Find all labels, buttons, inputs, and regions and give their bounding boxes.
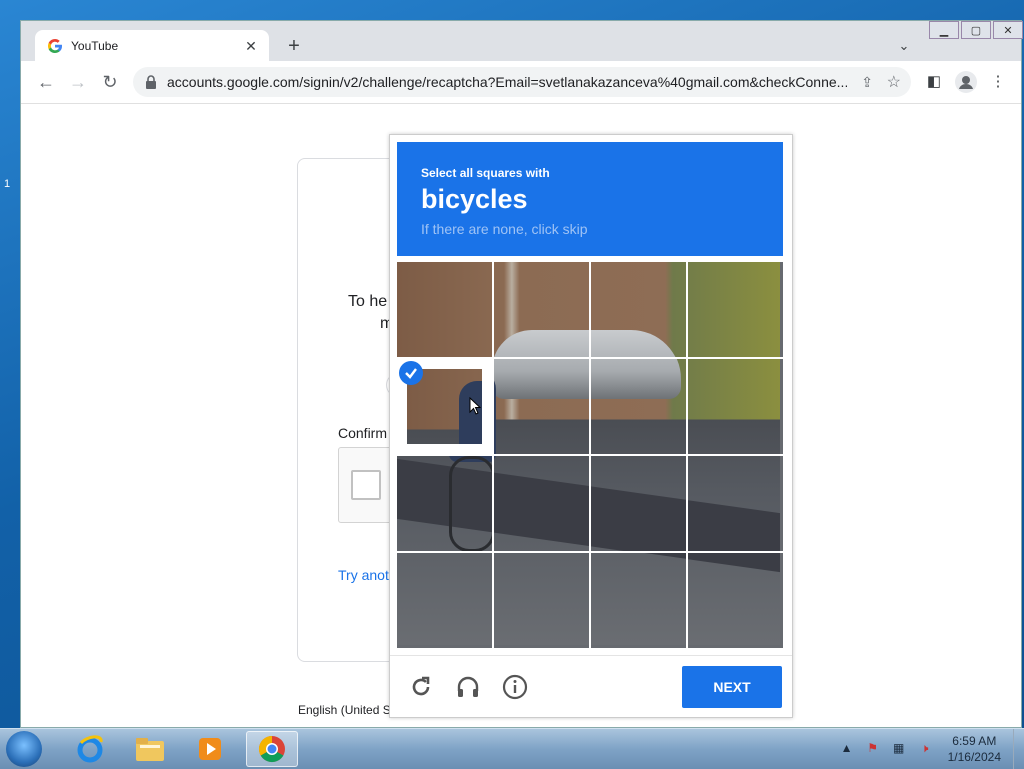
desktop-edge-mark: 1 <box>4 178 11 190</box>
image-tile[interactable] <box>494 553 589 648</box>
selected-check-icon <box>399 361 423 385</box>
side-panel-icon[interactable]: ◧ <box>923 71 945 93</box>
reload-icon[interactable] <box>408 674 434 700</box>
file-explorer-icon[interactable] <box>124 731 176 767</box>
outer-window-controls <box>914 10 944 28</box>
image-tile[interactable] <box>688 553 783 648</box>
clock-time: 6:59 AM <box>952 734 997 748</box>
image-tile[interactable] <box>397 262 492 357</box>
image-tile[interactable] <box>688 262 783 357</box>
clock-date: 1/16/2024 <box>947 750 1001 764</box>
maximize-button[interactable]: ▢ <box>961 21 991 39</box>
audio-icon[interactable] <box>455 674 481 700</box>
share-icon[interactable]: ⇪ <box>861 74 873 91</box>
next-button[interactable]: NEXT <box>682 666 782 708</box>
challenge-footer: NEXT <box>390 655 792 718</box>
lock-icon <box>146 75 156 89</box>
image-tile[interactable] <box>397 553 492 648</box>
back-arrow-icon[interactable]: ← <box>35 71 57 93</box>
image-tile[interactable] <box>688 359 783 454</box>
tab-youtube[interactable]: YouTube ✕ <box>35 30 269 62</box>
image-tile[interactable] <box>591 456 686 551</box>
internet-explorer-icon[interactable] <box>64 731 116 767</box>
browser-toolbar: ← → ↻ accounts.google.com/signin/v2/chal… <box>21 61 1021 104</box>
forward-arrow-icon[interactable]: → <box>67 71 89 93</box>
clock[interactable]: 6:59 AM 1/16/2024 <box>948 733 1001 765</box>
target-object: bicycles <box>421 184 528 214</box>
google-icon <box>48 39 62 53</box>
show-desktop-button[interactable] <box>1013 729 1024 769</box>
page-content: To he m Confirm Try anot English (United… <box>21 104 1021 727</box>
chevron-down-icon[interactable]: ⌄ <box>893 35 915 57</box>
info-icon[interactable] <box>502 674 528 700</box>
show-hidden-icons-icon[interactable]: ▲ <box>838 741 856 757</box>
action-center-flag-icon[interactable]: ⚑ <box>864 741 882 757</box>
chrome-icon[interactable] <box>246 731 298 767</box>
address-bar[interactable]: accounts.google.com/signin/v2/challenge/… <box>133 67 911 97</box>
image-tile[interactable] <box>591 359 686 454</box>
bookmark-star-icon[interactable]: ☆ <box>887 72 901 92</box>
challenge-header: Select all squares with bicycles If ther… <box>397 142 783 256</box>
try-another-way-link[interactable]: Try anot <box>338 567 389 583</box>
confirm-label: Confirm <box>338 425 388 441</box>
image-tile[interactable] <box>688 456 783 551</box>
image-tile[interactable] <box>494 359 589 454</box>
instruction-text: Select all squares with <box>421 166 550 180</box>
image-tile[interactable] <box>591 553 686 648</box>
image-grid <box>397 262 783 648</box>
skip-hint: If there are none, click skip <box>421 221 588 237</box>
start-button[interactable] <box>6 731 42 767</box>
tab-title: YouTube <box>71 39 119 53</box>
menu-kebab-icon[interactable]: ⋮ <box>987 71 1009 93</box>
taskbar: ▲ ⚑ ▦ 🕨 6:59 AM 1/16/2024 <box>0 728 1024 769</box>
network-icon[interactable]: ▦ <box>890 741 908 757</box>
new-tab-button[interactable]: + <box>283 35 305 57</box>
image-tile[interactable] <box>397 456 492 551</box>
chrome-window: YouTube ✕ + ⌄ ▁ ▢ ✕ ← → ↻ accounts.googl… <box>20 20 1023 728</box>
url-text: accounts.google.com/signin/v2/challenge/… <box>167 74 847 90</box>
tab-strip: YouTube ✕ + ⌄ ▁ ▢ ✕ <box>21 21 1023 62</box>
image-tile[interactable] <box>494 262 589 357</box>
reload-page-icon[interactable]: ↻ <box>99 71 121 93</box>
media-player-icon[interactable] <box>184 731 236 767</box>
system-tray: ▲ ⚑ ▦ 🕨 6:59 AM 1/16/2024 <box>838 729 1024 769</box>
image-tile[interactable] <box>494 456 589 551</box>
volume-muted-icon[interactable]: 🕨 <box>916 741 934 757</box>
close-tab-icon[interactable]: ✕ <box>241 36 261 56</box>
image-tile[interactable] <box>397 359 492 454</box>
outer-minimize-button[interactable] <box>914 10 944 28</box>
recaptcha-checkbox[interactable] <box>351 470 381 500</box>
language-selector[interactable]: English (United S <box>298 703 391 717</box>
profile-avatar-icon[interactable] <box>955 71 977 93</box>
help-text: To he <box>348 293 388 310</box>
close-window-button[interactable]: ✕ <box>993 21 1023 39</box>
recaptcha-challenge: Select all squares with bicycles If ther… <box>389 134 793 718</box>
mouse-cursor-icon <box>469 396 482 420</box>
image-tile[interactable] <box>591 262 686 357</box>
